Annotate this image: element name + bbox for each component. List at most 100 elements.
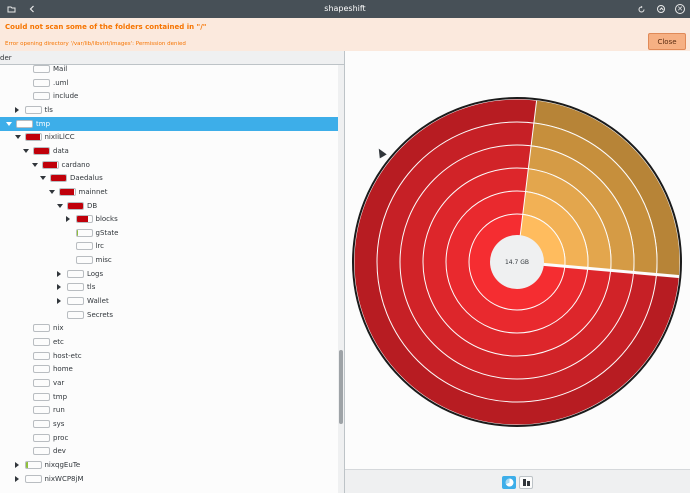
tree-row[interactable]: dev (0, 444, 338, 458)
expander-open-icon[interactable] (14, 135, 21, 140)
size-bar (24, 460, 42, 469)
size-bar (67, 310, 84, 319)
size-bar (33, 447, 50, 456)
banner-title: Could not scan some of the folders conta… (5, 23, 207, 31)
tree-row-label: etc (53, 338, 64, 346)
tree-row[interactable]: .uml (0, 76, 338, 90)
size-bar (33, 433, 50, 442)
tree-row[interactable]: tmp (0, 390, 338, 404)
size-bar (24, 133, 42, 142)
expander-open-icon[interactable] (40, 176, 46, 181)
tree-row-label: lrc (95, 242, 105, 251)
expander-open-icon[interactable] (23, 148, 29, 153)
tree-row[interactable]: etc (0, 335, 338, 349)
maximize-icon[interactable] (655, 3, 667, 15)
folder-column-label: der (0, 54, 12, 62)
tree-row[interactable]: nix (0, 321, 338, 335)
tree-row[interactable]: nixIiLlCC (0, 130, 338, 144)
disk-usage-ring-chart[interactable]: 14.7 GB (345, 51, 690, 469)
tree-row[interactable]: lrc (0, 239, 338, 253)
expander-closed-icon[interactable] (57, 270, 61, 277)
expander-open-icon[interactable] (6, 121, 12, 126)
tree-row-label: cardano (61, 160, 90, 169)
size-bar (41, 160, 59, 169)
tree-row-label: DB (87, 201, 98, 210)
tree-row[interactable]: Logs (0, 267, 338, 281)
bar-chart-view-button[interactable] (519, 476, 533, 489)
tree-row[interactable]: mainnet (0, 185, 338, 199)
tree-row[interactable]: cardano (0, 158, 338, 172)
tree-row[interactable]: home (0, 362, 338, 376)
tree-row[interactable]: gState (0, 226, 338, 240)
tree-row[interactable]: nixqgEuTe (0, 458, 338, 472)
tree-row[interactable]: DB (0, 199, 338, 213)
tree-row[interactable]: tmp (0, 116, 338, 131)
ring-chart-view-button[interactable] (502, 476, 516, 489)
size-bar (24, 474, 42, 483)
close-window-icon[interactable]: ✕ (674, 3, 686, 15)
tree-row[interactable]: Daedalus (0, 171, 338, 185)
size-bar (75, 256, 93, 265)
tree-row[interactable]: Secrets (0, 308, 338, 322)
tree-row[interactable]: include (0, 89, 338, 103)
size-bar (33, 419, 50, 428)
size-bar (24, 105, 42, 114)
expander-closed-icon[interactable] (14, 475, 19, 482)
tree-row-label: Secrets (87, 310, 114, 319)
tree-scrollbar-thumb[interactable] (339, 350, 343, 424)
size-bar (67, 269, 84, 278)
tree-row-label: Daedalus (70, 174, 103, 183)
expander-open-icon[interactable] (31, 162, 38, 167)
tree-row-label: gState (95, 228, 119, 237)
size-bar (33, 146, 50, 155)
view-switcher (345, 469, 690, 493)
banner-message: Error opening directory '/var/lib/libvir… (5, 41, 186, 47)
tree-row[interactable]: var (0, 376, 338, 390)
expander-closed-icon[interactable] (65, 216, 70, 223)
tree-row-label: tls (44, 105, 53, 114)
folder-tree-panel: der Mail .uml include tls tmp nixIiLlCC data ca… (0, 51, 344, 493)
ring-chart-icon (505, 478, 514, 487)
tree-row[interactable]: sys (0, 417, 338, 431)
size-bar (33, 392, 50, 401)
expander-closed-icon[interactable] (14, 461, 19, 468)
expander-open-icon[interactable] (57, 203, 63, 208)
expander-closed-icon[interactable] (14, 106, 19, 113)
tree-row[interactable]: tls (0, 280, 338, 294)
size-bar (33, 378, 50, 387)
size-bar (33, 338, 50, 346)
refresh-icon[interactable] (635, 3, 647, 15)
tree-row-label: sys (53, 419, 65, 428)
tree-row[interactable]: proc (0, 431, 338, 445)
tree-row-label: proc (53, 433, 69, 442)
size-bar (33, 365, 50, 374)
expander-open-icon[interactable] (48, 189, 55, 194)
tree-row-label: nix (53, 324, 64, 333)
chart-center-label: 14.7 GB (505, 259, 529, 266)
expander-closed-icon[interactable] (57, 284, 61, 291)
window-title: shapeshift (324, 4, 366, 13)
tree-row-label: Logs (87, 269, 104, 278)
tree-row[interactable]: run (0, 403, 338, 417)
tree-row-label: .uml (53, 78, 69, 87)
size-bar (75, 242, 93, 251)
tree-row[interactable]: Wallet (0, 294, 338, 308)
tree-row-label: dev (53, 447, 66, 456)
tree-row-label: blocks (95, 215, 118, 224)
tree-row[interactable]: tls (0, 103, 338, 117)
tree-row[interactable]: host-etc (0, 349, 338, 363)
size-bar (33, 324, 50, 333)
size-bar (75, 228, 93, 237)
tree-row[interactable]: misc (0, 253, 338, 267)
banner-close-button[interactable]: Close (648, 33, 686, 50)
size-bar (75, 215, 93, 224)
tree-row[interactable]: blocks (0, 212, 338, 226)
tree-row[interactable]: nixWCP8jM (0, 472, 338, 486)
expander-closed-icon[interactable] (57, 298, 61, 305)
size-bar (50, 174, 67, 183)
size-bar (33, 78, 50, 87)
size-bar (33, 65, 50, 73)
tree-row[interactable]: Mail (0, 62, 338, 76)
tree-row-label: include (53, 92, 79, 101)
tree-row[interactable]: data (0, 144, 338, 158)
